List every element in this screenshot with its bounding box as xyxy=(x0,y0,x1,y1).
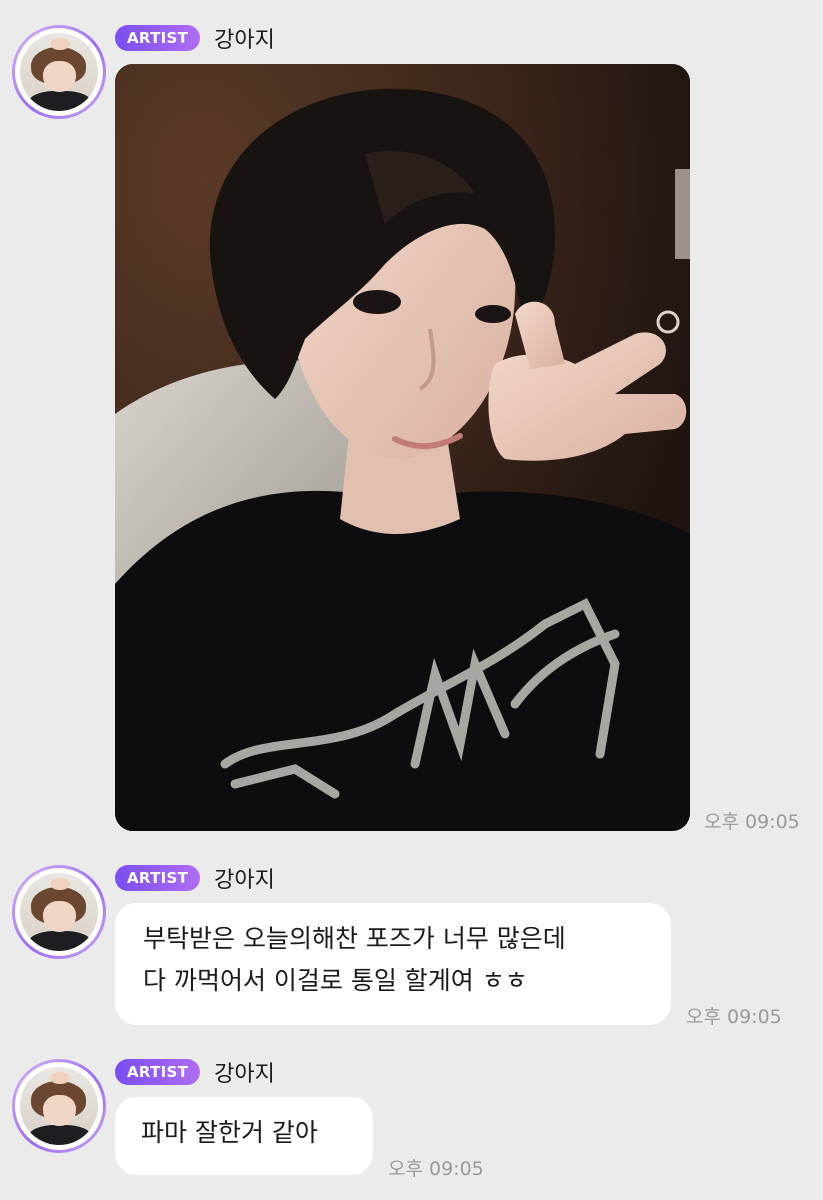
shared-photo[interactable] xyxy=(115,64,690,831)
message-line: 부탁받은 오늘의해찬 포즈가 너무 많은데 xyxy=(143,924,566,953)
selfie-image xyxy=(115,64,690,831)
message-bubble[interactable]: 부탁받은 오늘의해찬 포즈가 너무 많은데 다 까먹어서 이걸로 통일 할게여 … xyxy=(115,903,671,1025)
message-time: 오후 09:05 xyxy=(686,1006,782,1028)
avatar-frame xyxy=(15,28,103,116)
avatar-hand-shape xyxy=(49,1071,70,1085)
sender-name[interactable]: 강아지 xyxy=(214,1056,275,1088)
avatar-photo xyxy=(20,1067,98,1145)
sender-row: ARTIST 강아지 xyxy=(115,22,275,54)
message-photo: ARTIST 강아지 오후 09:05 xyxy=(0,0,823,850)
avatar[interactable] xyxy=(12,1059,106,1153)
avatar-body-shape xyxy=(27,90,92,111)
sender-name[interactable]: 강아지 xyxy=(214,22,275,54)
sender-row: ARTIST 강아지 xyxy=(115,862,275,894)
avatar-body-shape xyxy=(27,1124,92,1145)
avatar-body-shape xyxy=(27,930,92,951)
artist-badge: ARTIST xyxy=(115,865,201,891)
avatar-face-shape xyxy=(43,1095,77,1127)
avatar-frame xyxy=(15,1062,103,1150)
avatar-photo xyxy=(20,873,98,951)
message-line: 파마 잘한거 같아 xyxy=(141,1118,318,1147)
message-line: 다 까먹어서 이걸로 통일 할게여 ㅎㅎ xyxy=(143,966,528,995)
message-text: ARTIST 강아지 파마 잘한거 같아 오후 09:05 xyxy=(0,1045,823,1200)
avatar-face-shape xyxy=(43,901,77,933)
message-time: 오후 09:05 xyxy=(704,811,800,833)
avatar-hand-shape xyxy=(49,877,70,891)
message-bubble[interactable]: 파마 잘한거 같아 xyxy=(115,1097,373,1175)
message-time: 오후 09:05 xyxy=(388,1158,484,1180)
artist-badge: ARTIST xyxy=(115,25,201,51)
message-text: ARTIST 강아지 부탁받은 오늘의해찬 포즈가 너무 많은데 다 까먹어서 … xyxy=(0,850,823,1040)
sender-name[interactable]: 강아지 xyxy=(214,862,275,894)
avatar[interactable] xyxy=(12,25,106,119)
sender-row: ARTIST 강아지 xyxy=(115,1056,275,1088)
artist-badge: ARTIST xyxy=(115,1059,201,1085)
avatar[interactable] xyxy=(12,865,106,959)
avatar-frame xyxy=(15,868,103,956)
avatar-face-shape xyxy=(43,61,77,93)
avatar-photo xyxy=(20,33,98,111)
avatar-hand-shape xyxy=(49,37,70,51)
